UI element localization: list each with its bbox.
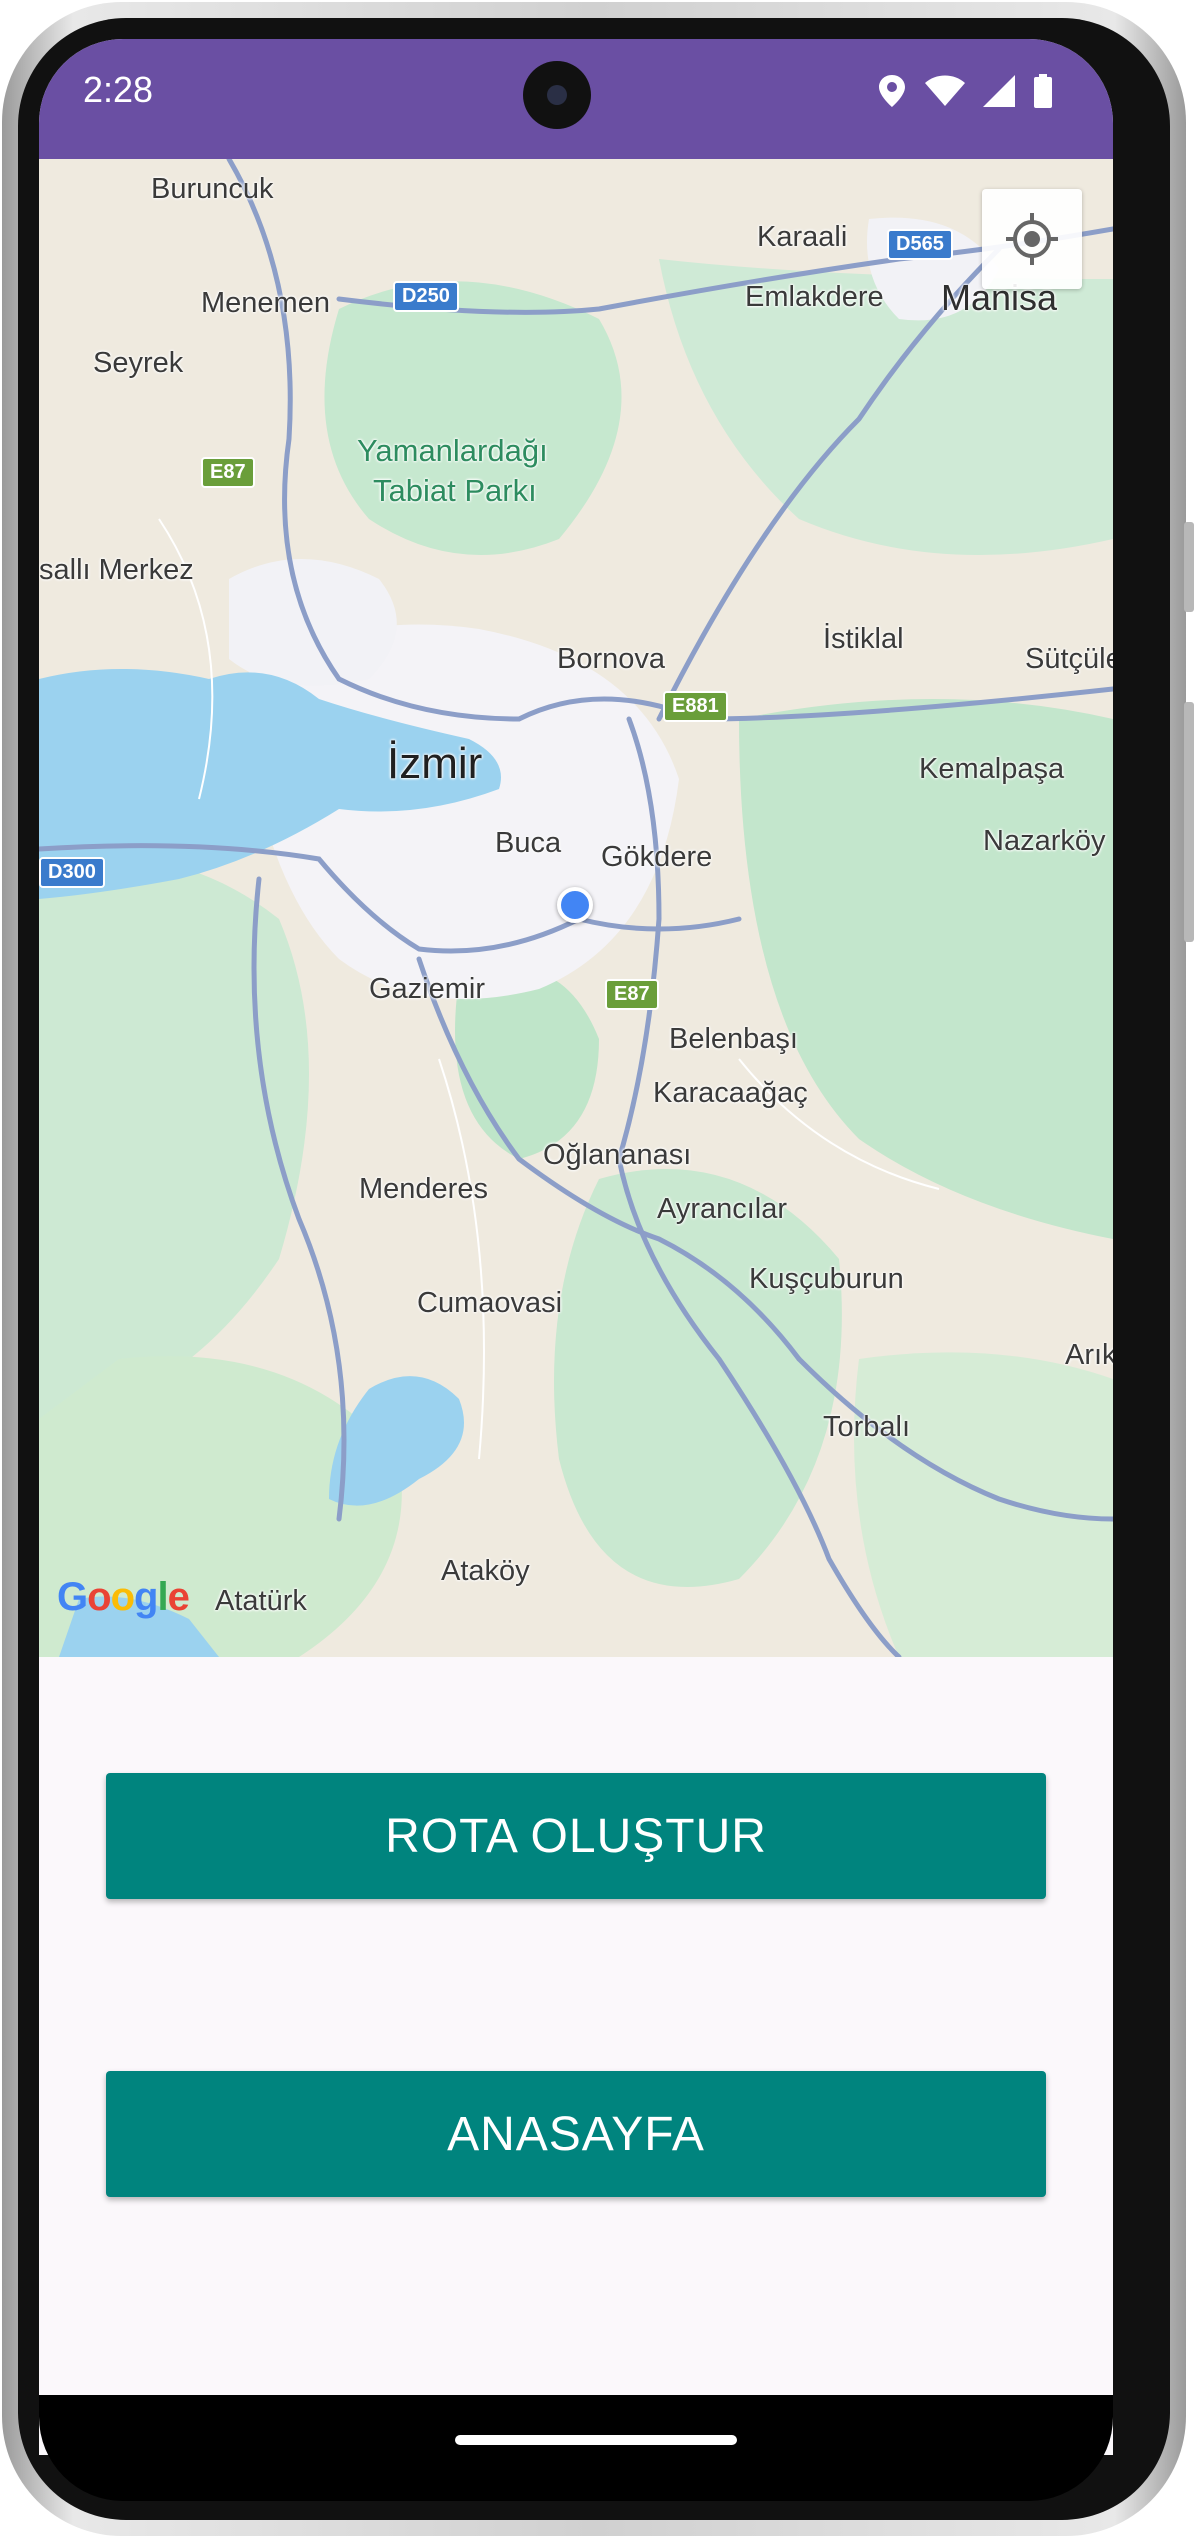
road-shield-e881: E881 [663,691,728,722]
signal-icon [983,75,1015,107]
map-label-tabiat-parki: Tabiat Parkı [373,473,537,508]
road-shield-e87-north: E87 [201,457,255,488]
map-label-menemen: Menemen [201,287,330,319]
map-label-kuscuburun: Kuşçuburun [749,1263,904,1295]
map-label-gaziemir: Gaziemir [369,973,486,1005]
navigation-bar [39,2395,1113,2501]
map-label-karaali: Karaali [757,221,848,253]
map-label-seyrek: Seyrek [93,347,184,379]
my-location-icon [1006,213,1058,265]
road-shield-d565: D565 [887,229,953,260]
map-label-karacaagac: Karacaağaç [653,1077,808,1109]
map-label-izmir: İzmir [387,739,483,788]
road-shield-e87-south: E87 [605,979,659,1010]
map-label-torbali: Torbalı [823,1411,911,1443]
google-logo: Google [57,1575,190,1619]
status-icons [877,73,1053,109]
map-label-buca: Buca [495,827,562,859]
home-button[interactable]: ANASAYFA [106,2071,1046,2197]
create-route-button[interactable]: ROTA OLUŞTUR [106,1773,1046,1899]
road-shield-d250: D250 [393,281,459,312]
user-location-dot [557,887,593,923]
home-indicator[interactable] [455,2435,737,2445]
my-location-button[interactable] [982,189,1082,289]
map-label-ayrancilar: Ayrancılar [657,1193,788,1225]
map-label-menderes: Menderes [359,1173,488,1205]
map-label-oglananasi: Oğlananası [543,1139,692,1171]
battery-icon [1034,74,1052,108]
map-label-belenbasi: Belenbaşı [669,1023,798,1055]
wifi-icon [925,75,965,106]
status-bar: 2:28 [39,39,1113,159]
volume-button [1184,702,1194,942]
map-label-atakoy: Ataköy [441,1555,530,1587]
map-label-nazarkoy: Nazarköy [983,825,1106,857]
map-label-yamanlardagi: Yamanlardağı [357,433,548,468]
front-camera [523,61,591,129]
map-label-salli-merkez: sallı Merkez [39,554,194,586]
map-label-emlakdere: Emlakdere [745,281,884,313]
map-label-istiklal: İstiklal [823,623,904,655]
map-label-arik: Arık [1065,1339,1113,1371]
power-button [1184,522,1194,612]
location-icon [879,75,905,107]
map-view[interactable]: Buruncuk Karaali Menemen Emlakdere Manis… [39,159,1113,1657]
map-label-cumaovasi: Cumaovasi [417,1287,563,1319]
road-shield-d300: D300 [39,857,105,888]
map-label-ataturk: Atatürk [215,1585,307,1617]
map-label-bornova: Bornova [557,643,666,675]
map-label-kemalpasa: Kemalpaşa [919,753,1065,785]
screen: 2:28 Buruncuk Karaali Menemen Emlakdere … [39,39,1113,2455]
status-time: 2:28 [83,69,154,110]
map-label-gokdere: Gökdere [601,841,713,873]
map-label-sutculer: Sütçüler [1025,643,1113,675]
map-label-buruncuk: Buruncuk [151,173,274,205]
